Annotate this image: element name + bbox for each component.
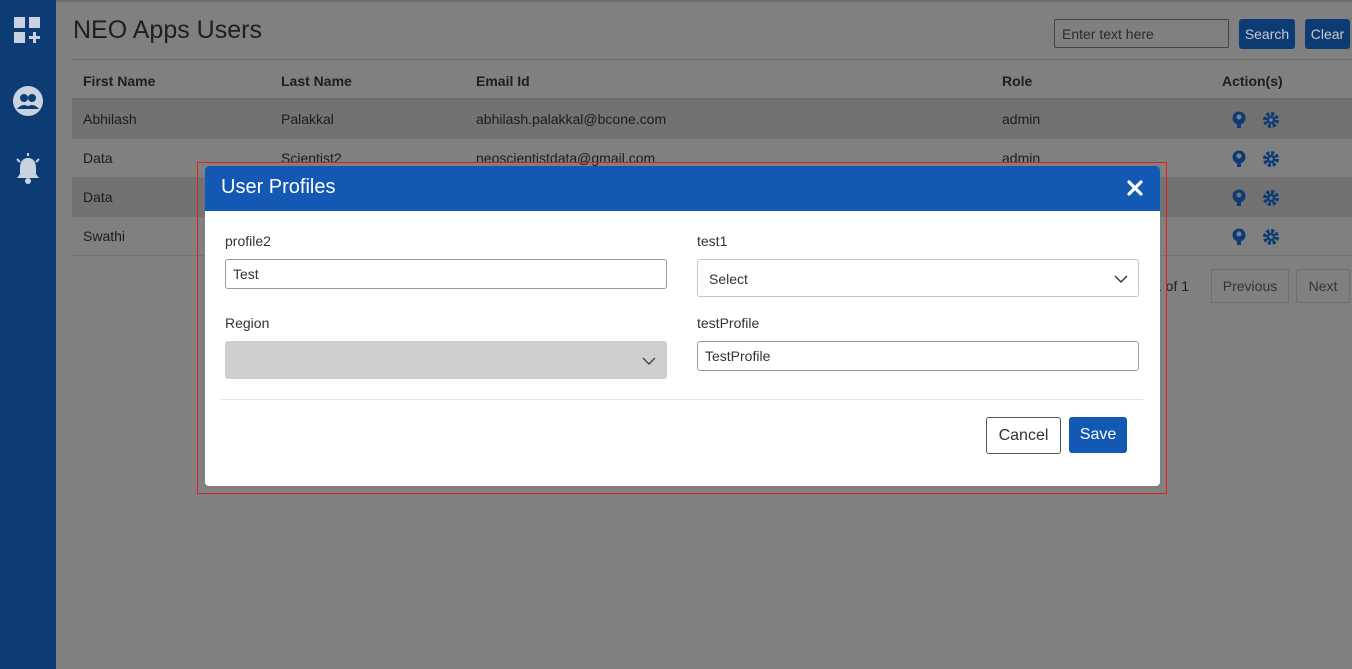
test1-selected-value: Select: [709, 271, 748, 287]
clear-button[interactable]: Clear: [1305, 19, 1350, 49]
header-email[interactable]: Email Id: [476, 73, 530, 89]
cancel-button[interactable]: Cancel: [986, 417, 1061, 454]
testprofile-label: testProfile: [697, 315, 760, 331]
cell-first-name: Data: [83, 150, 113, 166]
cell-email: abhilash.palakkal@bcone.com: [476, 111, 667, 127]
settings-gear-icon[interactable]: [1262, 111, 1280, 129]
users-group-icon[interactable]: [12, 85, 44, 117]
close-icon[interactable]: [1124, 177, 1146, 199]
chevron-down-icon: [642, 357, 656, 365]
apps-grid-icon[interactable]: [12, 15, 44, 47]
user-profile-icon[interactable]: [1230, 111, 1248, 129]
page-title: NEO Apps Users: [73, 16, 262, 44]
header-first-name[interactable]: First Name: [83, 73, 155, 89]
search-input[interactable]: [1054, 19, 1229, 48]
cell-first-name: Data: [83, 189, 113, 205]
cell-role: admin: [1002, 111, 1041, 127]
cell-first-name: Abhilash: [83, 111, 137, 127]
profile2-label: profile2: [225, 233, 271, 249]
settings-gear-icon[interactable]: [1262, 189, 1280, 207]
user-profiles-modal: User Profiles profile2 test1 Select Regi…: [205, 166, 1160, 486]
table-row[interactable]: Abhilash Palakkal abhilash.palakkal@bcon…: [72, 100, 1352, 139]
previous-page-button[interactable]: Previous: [1211, 269, 1289, 303]
modal-title: User Profiles: [221, 176, 336, 198]
header-last-name[interactable]: Last Name: [281, 73, 352, 89]
region-select[interactable]: [225, 341, 667, 379]
region-label: Region: [225, 315, 270, 331]
sidebar: [0, 0, 56, 669]
test1-label: test1: [697, 233, 728, 249]
notification-bell-icon[interactable]: [12, 153, 44, 185]
test1-select[interactable]: Select: [697, 259, 1139, 297]
header-actions: Action(s): [1222, 73, 1283, 89]
next-page-button[interactable]: Next: [1296, 269, 1350, 303]
cell-last-name: Palakkal: [281, 111, 334, 127]
user-profile-icon[interactable]: [1230, 189, 1248, 207]
header-role[interactable]: Role: [1002, 73, 1032, 89]
chevron-down-icon: [1114, 275, 1128, 283]
search-button[interactable]: Search: [1239, 19, 1295, 49]
modal-header: User Profiles: [205, 166, 1160, 211]
user-profile-icon[interactable]: [1230, 228, 1248, 246]
modal-divider: [221, 399, 1143, 400]
profile2-input[interactable]: [225, 259, 667, 289]
table-header: First Name Last Name Email Id Role Actio…: [72, 59, 1352, 100]
cell-first-name: Swathi: [83, 228, 126, 244]
settings-gear-icon[interactable]: [1262, 228, 1280, 246]
save-button[interactable]: Save: [1069, 417, 1127, 453]
testprofile-input[interactable]: [697, 341, 1139, 371]
user-profile-icon[interactable]: [1230, 150, 1248, 168]
settings-gear-icon[interactable]: [1262, 150, 1280, 168]
